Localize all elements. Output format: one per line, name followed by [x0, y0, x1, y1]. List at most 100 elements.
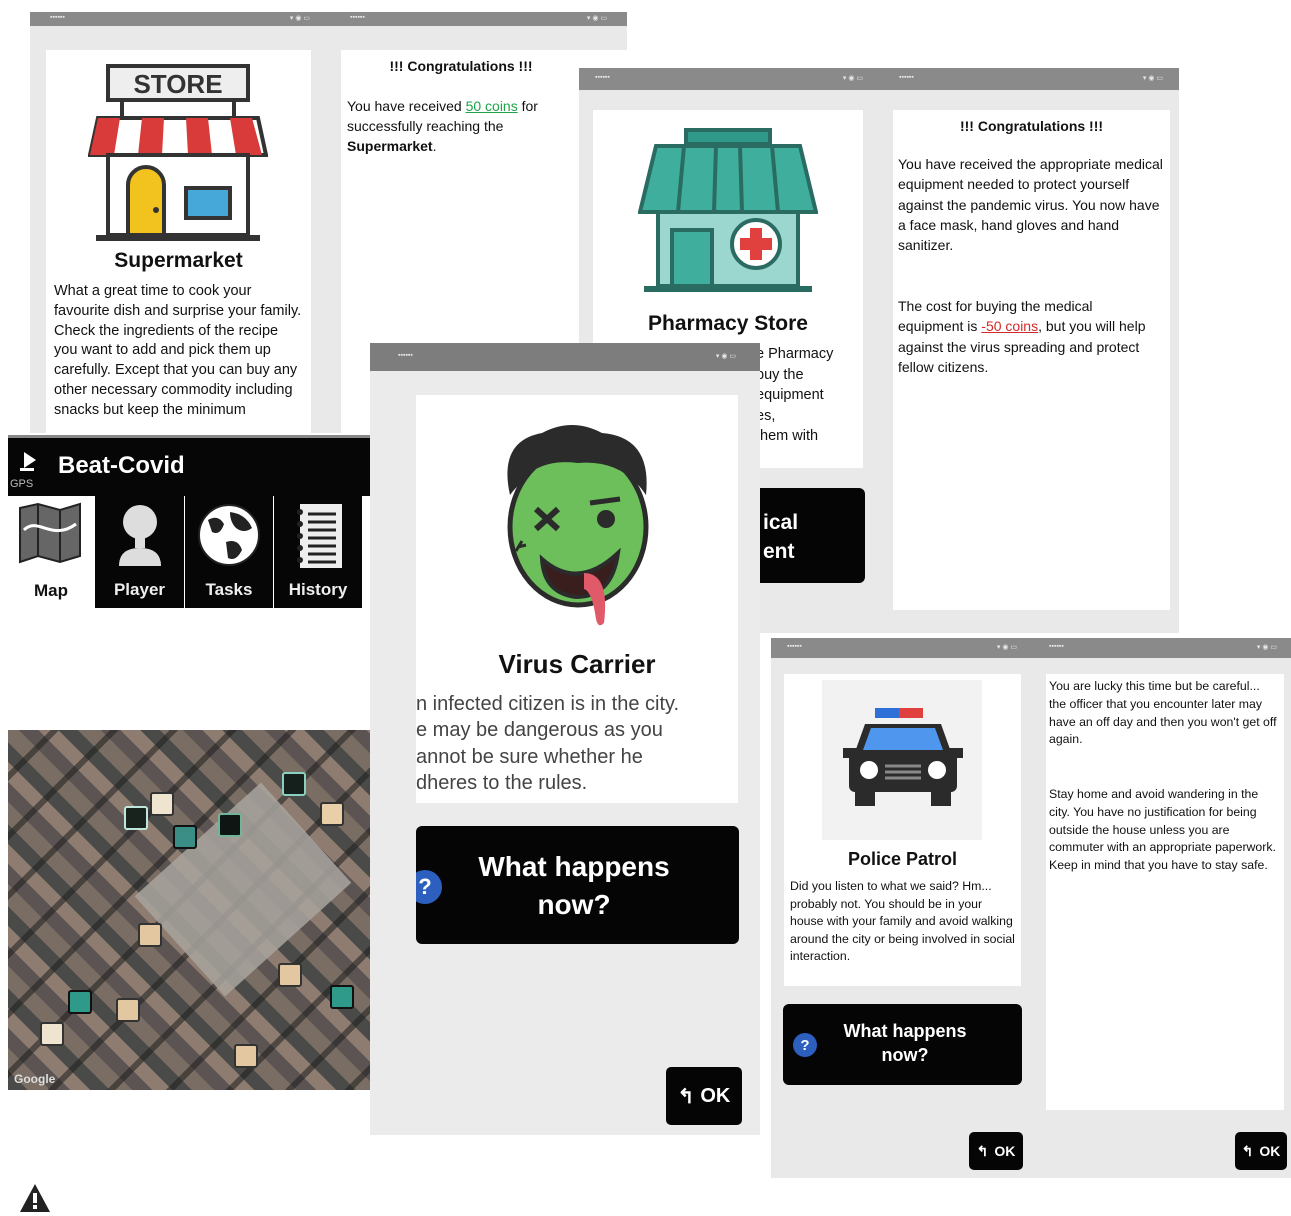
tab-map[interactable]: Map [8, 496, 94, 606]
description-line: e Pharmacy [756, 346, 834, 362]
virus-card: Virus Carrier n infected citizen is in t… [416, 395, 738, 803]
what-happens-now-button[interactable]: ? What happens now? [783, 1004, 1022, 1085]
status-bar: ▪▪▪▪▪▪ ▾ ◉ ▭ [771, 638, 1033, 658]
buy-medical-equipment-button[interactable]: ical ent [749, 488, 865, 583]
status-bar: ▪▪▪▪▪▪ ▾ ◉ ▭ [30, 12, 330, 26]
map-marker[interactable] [234, 1044, 258, 1068]
supermarket-title: Supermarket [114, 249, 243, 272]
store-icon: STORE [88, 64, 268, 241]
police-description: Did you listen to what we said? Hm... pr… [790, 879, 1015, 963]
map-marker[interactable] [40, 1022, 64, 1046]
warning-icon [20, 1184, 50, 1212]
police-message-card: You are lucky this time but be careful..… [1046, 674, 1284, 1110]
zombie-icon [507, 425, 649, 626]
message-paragraph-2: Stay home and avoid wandering in the cit… [1049, 787, 1276, 873]
app-map-screen: GPS Beat-Covid Map Player Tasks History [0, 433, 420, 1093]
undo-arrow-icon: ↰ [677, 1085, 695, 1108]
police-patrol-screen: ▪▪▪▪▪▪ ▾ ◉ ▭ Police Patrol Did you listen… [771, 638, 1033, 1178]
status-bar: ▪▪▪▪▪▪ ▾ ◉ ▭ [330, 12, 627, 26]
congrats-message: You have received 50 coins for successfu… [347, 96, 587, 156]
coins-reward: 50 coins [465, 98, 518, 114]
description-line: buy the [756, 366, 804, 383]
pharmacy-title: Pharmacy Store [648, 312, 808, 335]
police-car-icon [843, 708, 963, 806]
button-label: What happens now? [843, 1021, 967, 1065]
tab-history[interactable]: History [274, 496, 362, 608]
tab-label: Player [113, 580, 166, 599]
status-bar: ▪▪▪▪▪▪ ▾ ◉ ▭ [579, 68, 879, 90]
ok-button[interactable]: ↰ OK [969, 1132, 1023, 1170]
what-happens-now-button[interactable]: ? What happens now? [416, 826, 739, 944]
tab-player[interactable]: Player [95, 496, 184, 608]
map-marker[interactable] [320, 802, 344, 826]
police-title: Police Patrol [847, 849, 958, 869]
button-label-line: ical [763, 511, 799, 534]
undo-arrow-icon: ↰ [1241, 1142, 1254, 1159]
message-paragraph-1: You are lucky this time but be careful..… [1049, 679, 1277, 747]
supermarket-screen: ▪▪▪▪▪▪ ▾ ◉ ▭ STORE Supermarket What a gre… [30, 12, 330, 452]
map-marker[interactable] [278, 963, 302, 987]
virus-carrier-screen: ▪▪▪▪▪▪ ▾ ◉ ▭ Virus Carrier n infected cit… [370, 343, 760, 1135]
ok-label: OK [700, 1084, 731, 1107]
status-bar: ▪▪▪▪▪▪ ▾ ◉ ▭ [370, 343, 760, 371]
tab-label: Map [34, 581, 68, 600]
pharmacy-store-icon [638, 128, 818, 292]
ok-button[interactable]: ↰ OK [666, 1067, 742, 1125]
description-line: equipment [756, 387, 824, 403]
player-icon [119, 505, 161, 566]
congrats-equipment-card: !!! Congratulations !!! You have receive… [893, 110, 1170, 610]
globe-icon [198, 504, 260, 566]
description-line: dheres to the rules. [416, 771, 588, 794]
place-name: Supermarket [347, 138, 433, 154]
map-marker[interactable] [124, 806, 148, 830]
undo-arrow-icon: ↰ [976, 1142, 989, 1159]
congrats-text: You have received [347, 98, 466, 114]
tab-label: Tasks [205, 580, 253, 599]
description-line: them with [756, 428, 819, 444]
map-icon [19, 502, 81, 564]
map-marker[interactable] [138, 923, 162, 947]
gps-label: GPS [10, 478, 34, 490]
map-marker[interactable] [218, 813, 242, 837]
satellite-map[interactable]: Google [8, 730, 412, 1090]
pharmacy-description-partial: e Pharmacy buy the equipment es, them wi… [756, 344, 833, 447]
status-bar: ▪▪▪▪▪▪ ▾ ◉ ▭ [879, 68, 1179, 90]
tab-label: History [288, 580, 348, 599]
satellite-icon [20, 452, 36, 471]
police-message-screen: ▪▪▪▪▪▪ ▾ ◉ ▭ You are lucky this time but … [1033, 638, 1291, 1178]
notebook-icon [297, 504, 342, 568]
congrats-equipment-screen: ▪▪▪▪▪▪ ▾ ◉ ▭ !!! Congratulations !!! You … [879, 68, 1179, 633]
description-line: es, [756, 407, 776, 424]
police-card: Police Patrol Did you listen to what we … [784, 674, 1021, 986]
status-bar: ▪▪▪▪▪▪ ▾ ◉ ▭ [1033, 638, 1291, 658]
congrats-heading: !!! Congratulations !!! [389, 58, 533, 74]
virus-description: n infected citizen is in the city. e may… [416, 691, 679, 796]
map-marker[interactable] [330, 985, 354, 1009]
coins-cost: -50 coins [981, 318, 1039, 335]
congrats-text: . [432, 138, 437, 154]
ok-button[interactable]: ↰ OK [1235, 1132, 1287, 1170]
tab-tasks[interactable]: Tasks [185, 496, 273, 608]
congrats-heading: !!! Congratulations !!! [959, 118, 1104, 134]
ok-label: OK [1259, 1143, 1281, 1159]
button-label: What happens now? [478, 851, 670, 920]
congrats-paragraph-1: You have received the appropriate medica… [898, 156, 1163, 254]
description-line: annot be sure whether he [416, 745, 643, 768]
store-sign-text: STORE [133, 69, 222, 99]
description-line: n infected citizen is in the city. [416, 693, 680, 715]
supermarket-description: What a great time to cook your favourite… [54, 283, 302, 418]
button-label-line: ent [763, 540, 795, 563]
ok-label: OK [994, 1143, 1016, 1159]
virus-title: Virus Carrier [498, 649, 656, 679]
map-marker[interactable] [173, 825, 197, 849]
map-marker[interactable] [282, 772, 306, 796]
map-marker[interactable] [150, 792, 174, 816]
description-line: e may be dangerous as you [416, 719, 663, 742]
app-title: Beat-Covid [58, 452, 185, 479]
question-icon: ? [416, 870, 442, 904]
supermarket-card: STORE Supermarket What a great time to c… [46, 50, 311, 452]
map-attribution: Google [14, 1072, 56, 1086]
congrats-paragraph-2: The cost for buying the medical equipmen… [898, 296, 1153, 377]
map-marker[interactable] [68, 990, 92, 1014]
map-marker[interactable] [116, 998, 140, 1022]
